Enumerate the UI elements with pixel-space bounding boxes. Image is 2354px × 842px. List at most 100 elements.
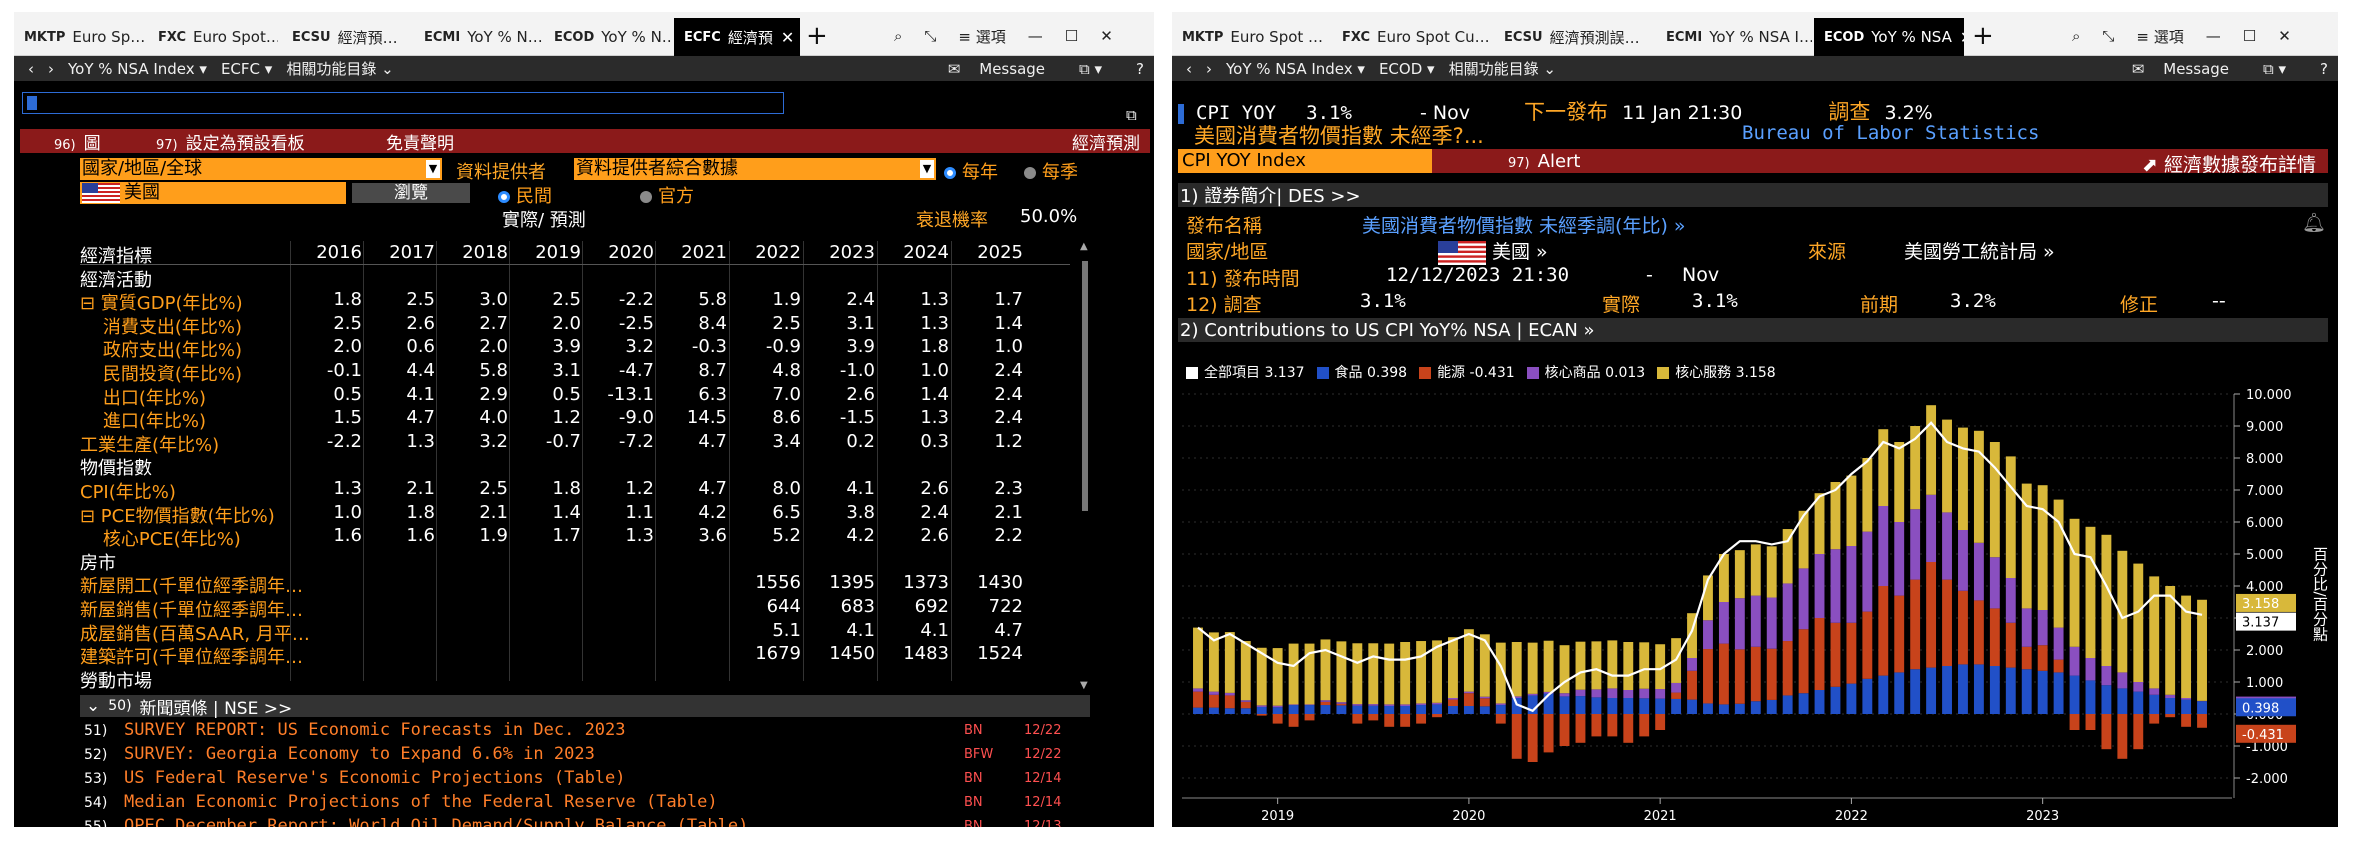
popout-icon[interactable]: ⧉ [1126,106,1137,124]
tab-ecfc[interactable]: ECFC 經濟預 ✕ [674,18,800,56]
ecan-section-header[interactable]: 2) Contributions to US CPI YoY% NSA | EC… [1178,318,2328,342]
browse-button[interactable]: 瀏覽 [352,183,470,203]
tab-fxc[interactable]: FXC Euro Spot Cu… [1332,18,1492,56]
news-title[interactable]: Median Economic Projections of the Feder… [124,792,718,812]
export-icon[interactable]: ⧉ ▾ [2263,60,2286,78]
resize-icon[interactable]: ⤡ [2102,27,2114,45]
scroll-down-icon[interactable]: ▼ [1080,680,1088,691]
tab-ecsu[interactable]: ECSU 經濟預… [282,18,410,56]
tab-mktp[interactable]: MKTP Euro Sp… [14,18,144,56]
message-button[interactable]: ✉ Message [948,60,1045,78]
close-tab-icon[interactable]: ✕ [1960,28,1964,47]
legend-entry[interactable]: 核心商品 0.013 [1526,362,1645,382]
source-field-value[interactable]: 美國勞工統計局 » [1904,237,2055,264]
scroll-up-icon[interactable]: ▲ [1080,241,1088,252]
tab-fxc[interactable]: FXC Euro Spot… [148,18,278,56]
table-row[interactable]: 民間投資(年比%) -0.1 4.4 5.8 3.1 -4.7 8.7 4.8 -1.0 1.0 2… [80,359,1070,385]
table-row[interactable]: 政府支出(年比%) 2.0 0.6 2.0 3.9 3.2 -0.3 -0.9 3.9 1.8 1.… [80,335,1070,361]
news-header[interactable]: ⌄ 50) 新聞頭條 | NSE >> [80,695,1090,719]
collapse-icon[interactable]: ⌄ [86,696,100,716]
close-tab-icon[interactable]: ✕ [781,28,794,47]
back-icon[interactable]: ‹ [28,60,34,78]
table-row[interactable]: 成屋銷售(百萬SAAR, 月平… 5.1 4.1 4.1 4.7 [80,619,1070,645]
news-item[interactable]: 54) Median Economic Projections of the Fe… [84,792,1084,816]
table-row[interactable]: 進口(年比%) 1.5 4.7 4.0 1.2 -9.0 14.5 8.6 -1.5 1.3 2.4 [80,406,1070,432]
table-row[interactable]: 建築許可(千單位經季調年… 1679 1450 1483 1524 [80,642,1070,668]
legend-entry[interactable]: 食品 0.398 [1316,362,1407,382]
official-radio[interactable]: 官方 [640,182,694,208]
options-menu[interactable]: ≡ 選項 [958,26,1005,47]
table-row[interactable]: 新屋銷售(千單位經季調年… 644 683 692 722 [80,595,1070,621]
new-tab-icon[interactable]: + [1972,18,1994,54]
table-row[interactable]: 消費支出(年比%) 2.5 2.6 2.7 2.0 -2.5 8.4 2.5 3.1 1.3 1.4 [80,312,1070,338]
tab-mktp[interactable]: MKTP Euro Spot … [1172,18,1330,56]
private-radio[interactable]: 民間 [498,182,552,208]
back-icon[interactable]: ‹ [1186,60,1192,78]
maximize-icon[interactable]: ☐ [1065,27,1078,45]
search-icon[interactable]: ⌕ [2072,27,2080,45]
help-icon[interactable]: ? [1136,60,1144,78]
related-functions[interactable]: 相關功能目錄 ⌄ [286,58,393,79]
tab-ecod[interactable]: ECOD YoY % N… [544,18,672,56]
news-title[interactable]: SURVEY REPORT: US Economic Forecasts in … [124,720,626,740]
function-selector[interactable]: ECOD ▾ [1379,60,1435,78]
disclaimer-menu-item[interactable]: 免責聲明 [386,129,454,154]
news-item[interactable]: 55) OPEC December Report: World Oil Deman… [84,816,1084,827]
chart-menu-item[interactable]: 96) 圖 [54,129,101,154]
new-tab-icon[interactable]: + [806,18,828,54]
release-time-label[interactable]: 11) 發布時間 [1186,264,1300,291]
table-row[interactable]: 新屋開工(千單位經季調年… 1556 1395 1373 1430 [80,571,1070,597]
scroll-thumb[interactable] [1082,261,1088,511]
close-icon[interactable]: ✕ [2278,27,2291,45]
country-value[interactable]: 美國 » [1438,237,1548,265]
table-row[interactable]: 核心PCE(年比%) 1.6 1.6 1.9 1.7 1.3 3.6 5.2 4.2 2.6 2.2 [80,524,1070,550]
freq-year-radio[interactable]: 每年 [944,158,998,184]
function-selector[interactable]: ECFC ▾ [221,60,272,78]
index-field[interactable]: CPI YOY Index [1178,149,1432,173]
legend-entry[interactable]: 能源 -0.431 [1419,362,1515,382]
security-selector[interactable]: YoY % NSA Index ▾ [68,60,207,78]
resize-icon[interactable]: ⤡ [924,27,936,45]
table-row[interactable]: 出口(年比%) 0.5 4.1 2.9 0.5 -13.1 6.3 7.0 2.6 1.4 2.4 [80,383,1070,409]
table-row[interactable]: ⊟ 實質GDP(年比%) 1.8 2.5 3.0 2.5 -2.2 5.8 1.9 2.4 1.3… [80,288,1070,314]
bell-icon[interactable]: 🔔︎ [2302,211,2326,234]
legend-entry[interactable]: 核心服務 3.158 [1657,362,1776,382]
related-functions[interactable]: 相關功能目錄 ⌄ [1449,58,1556,79]
region-select[interactable]: 國家/地區/全球 ▼ [80,158,442,180]
message-button[interactable]: ✉ Message [2132,60,2229,78]
set-default-menu-item[interactable]: 97) 設定為預設看板 [156,129,305,154]
command-line[interactable] [22,92,784,114]
close-icon[interactable]: ✕ [1100,27,1113,45]
news-title[interactable]: SURVEY: Georgia Economy to Expand 6.6% i… [124,744,595,764]
maximize-icon[interactable]: ☐ [2243,27,2256,45]
news-title[interactable]: OPEC December Report: World Oil Demand/S… [124,816,748,827]
freq-quarter-radio[interactable]: 每季 [1024,158,1078,184]
tab-ecmi[interactable]: ECMI YoY % NSA I… [1656,18,1812,56]
search-icon[interactable]: ⌕ [894,27,902,45]
provider-select[interactable]: 資料提供者綜合數據 ▼ [574,158,936,180]
name-value[interactable]: 美國消費者物價指數 未經季調(年比) » [1362,211,1686,238]
scrollbar[interactable]: ▲ ▼ [1080,241,1090,691]
table-row[interactable]: 工業生產(年比%) -2.2 1.3 3.2 -0.7 -7.2 4.7 3.4 0.2 0.3 1… [80,430,1070,456]
survey-label[interactable]: 12) 調查 [1186,290,1262,317]
tab-ecsu[interactable]: ECSU 經濟預測誤… [1494,18,1654,56]
tab-ecmi[interactable]: ECMI YoY % N… [414,18,542,56]
minimize-icon[interactable]: — [2206,27,2221,45]
help-icon[interactable]: ? [2320,60,2328,78]
news-item[interactable]: 51) SURVEY REPORT: US Economic Forecasts … [84,720,1084,744]
contributions-chart[interactable]: 10.0009.0008.0007.0006.0005.0004.0003.00… [1172,384,2338,824]
table-row[interactable]: ⊟ PCE物價指數(年比%) 1.0 1.8 2.1 1.4 1.1 4.2 6.5 3.8 2.… [80,501,1070,527]
export-icon[interactable]: ⧉ ▾ [1079,60,1102,78]
legend-entry[interactable]: 全部項目 3.137 [1186,362,1305,382]
forward-icon[interactable]: › [1206,60,1212,78]
options-menu[interactable]: ≡ 選項 [2136,26,2183,47]
news-item[interactable]: 53) US Federal Reserve's Economic Project… [84,768,1084,792]
minimize-icon[interactable]: — [1028,27,1043,45]
forward-icon[interactable]: › [48,60,54,78]
des-section-header[interactable]: 1) 證券簡介| DES >> [1178,183,2328,207]
tab-ecod[interactable]: ECODYoY % NSA✕ [1814,18,1964,56]
alert-button[interactable]: 97) Alert [1508,151,1580,172]
news-title[interactable]: US Federal Reserve's Economic Projection… [124,768,626,788]
security-selector[interactable]: YoY % NSA Index ▾ [1226,60,1365,78]
country-field[interactable]: 美國 [80,182,346,204]
